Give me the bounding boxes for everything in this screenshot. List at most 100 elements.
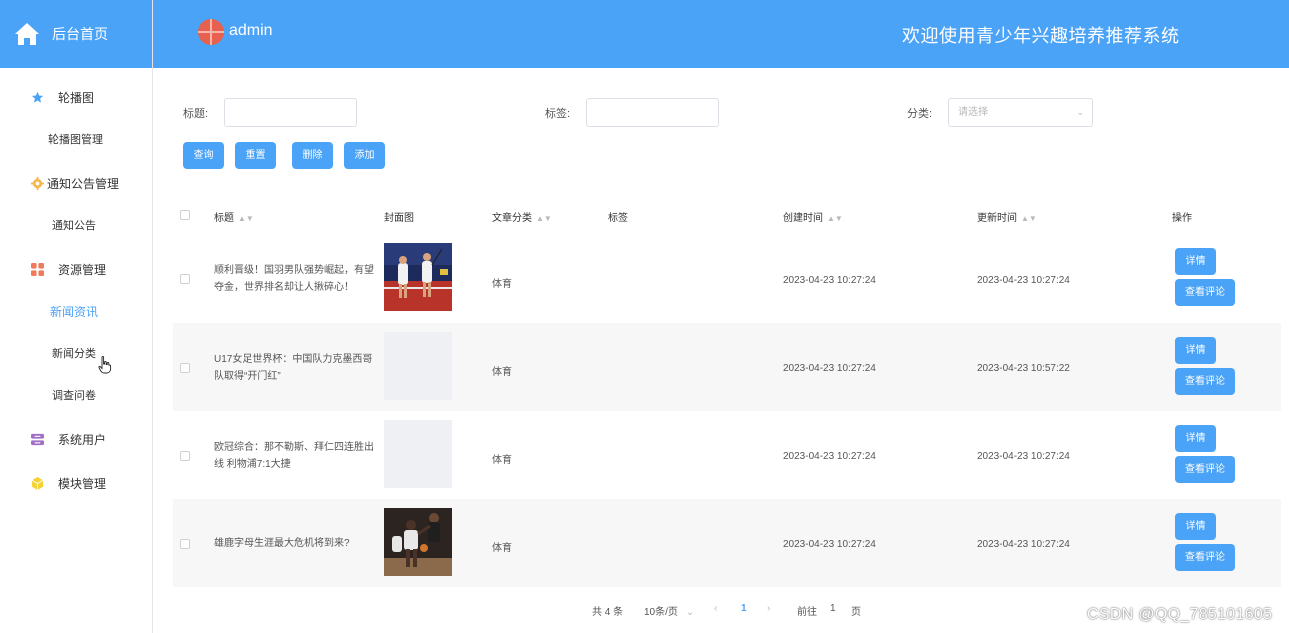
- sidebar-home[interactable]: 后台首页: [0, 0, 152, 68]
- table-row: U17女足世界杯：中国队力克墨西哥队取得“开门红” 体育 2023-04-23 …: [173, 323, 1281, 411]
- row-updated: 2023-04-23 10:27:24: [977, 539, 1070, 550]
- col-actions: 操作: [1172, 213, 1192, 224]
- sidebar-group-notice[interactable]: 通知公告管理: [0, 162, 152, 204]
- row-title: 雄鹿字母生涯最大危机将到来?: [214, 538, 350, 549]
- row-updated: 2023-04-23 10:27:24: [977, 275, 1070, 286]
- csdn-watermark: CSDN @QQ_785101605: [1087, 606, 1273, 623]
- view-comments-button[interactable]: 查看评论: [1175, 368, 1235, 395]
- basketball-photo: [384, 508, 452, 576]
- badminton-photo: [384, 243, 452, 311]
- user-box-icon: [30, 432, 44, 446]
- view-comments-button[interactable]: 查看评论: [1175, 544, 1235, 571]
- title-filter-input[interactable]: [224, 98, 357, 127]
- cover-image: [384, 420, 452, 488]
- chevron-down-icon: ⌄: [1076, 107, 1084, 117]
- reset-button[interactable]: 重置: [235, 142, 276, 169]
- sort-icon: ▲▼: [238, 214, 254, 223]
- grid-icon: [30, 262, 44, 276]
- detail-button[interactable]: 详情: [1175, 425, 1216, 452]
- row-updated: 2023-04-23 10:27:24: [977, 451, 1070, 462]
- pagination-total: 共 4 条: [592, 607, 624, 618]
- row-checkbox[interactable]: [180, 539, 190, 549]
- row-created: 2023-04-23 10:27:24: [783, 539, 876, 550]
- table-row: 欧冠综合：那不勒斯、拜仁四连胜出线 利物浦7:1大捷 体育 2023-04-23…: [173, 411, 1281, 499]
- detail-button[interactable]: 详情: [1175, 248, 1216, 275]
- add-button[interactable]: 添加: [344, 142, 385, 169]
- row-category: 体育: [492, 279, 512, 290]
- row-title: 欧冠综合：那不勒斯、拜仁四连胜出线 利物浦7:1大捷: [214, 442, 374, 470]
- sidebar-group-label: 资源管理: [58, 262, 107, 277]
- row-created: 2023-04-23 10:27:24: [783, 451, 876, 462]
- detail-button[interactable]: 详情: [1175, 337, 1216, 364]
- title-filter-label: 标题:: [183, 108, 209, 120]
- goto-page-input[interactable]: 1: [830, 603, 836, 614]
- sidebar-item-survey[interactable]: 调查问卷: [0, 374, 152, 416]
- username[interactable]: admin: [229, 22, 273, 40]
- tag-filter-label: 标签:: [545, 108, 571, 120]
- sort-icon: ▲▼: [1021, 214, 1037, 223]
- row-created: 2023-04-23 10:27:24: [783, 363, 876, 374]
- col-created[interactable]: 创建时间 ▲▼: [783, 209, 843, 224]
- mouse-pointer-icon: [98, 356, 112, 374]
- top-header: admin 欢迎使用青少年兴趣培养推荐系统: [153, 0, 1289, 68]
- sort-icon: ▲▼: [536, 214, 552, 223]
- sidebar-item-carousel-manage[interactable]: 轮播图管理: [0, 118, 152, 160]
- col-title[interactable]: 标题 ▲▼: [214, 209, 254, 224]
- next-page-icon[interactable]: ›: [767, 603, 770, 614]
- category-filter-select[interactable]: 请选择 ⌄: [948, 98, 1093, 127]
- table-header: 标题 ▲▼ 封面图 文章分类 ▲▼ 标签 创建时间 ▲▼ 更新时间 ▲▼ 操作: [173, 195, 1281, 235]
- table-row: 雄鹿字母生涯最大危机将到来? 体育 2023-04-23 10:27:24 20…: [173, 499, 1281, 587]
- cube-icon: [30, 476, 44, 490]
- sidebar-group-carousel[interactable]: 轮播图: [0, 76, 152, 118]
- row-checkbox[interactable]: [180, 451, 190, 461]
- col-updated[interactable]: 更新时间 ▲▼: [977, 209, 1037, 224]
- sidebar-group-system-users[interactable]: 系统用户: [0, 418, 152, 460]
- row-updated: 2023-04-23 10:57:22: [977, 363, 1070, 374]
- row-title: U17女足世界杯：中国队力克墨西哥队取得“开门红”: [214, 354, 373, 382]
- sidebar-item-news-category[interactable]: 新闻分类: [0, 332, 152, 374]
- sidebar: 后台首页 轮播图 轮播图管理 通知公告管理 通知公告 资源管理 新闻资讯 新闻分…: [0, 0, 153, 633]
- category-select-placeholder: 请选择: [958, 107, 988, 118]
- view-comments-button[interactable]: 查看评论: [1175, 279, 1235, 306]
- col-category[interactable]: 文章分类 ▲▼: [492, 209, 552, 224]
- sidebar-item-notice[interactable]: 通知公告: [0, 204, 152, 246]
- system-title: 欢迎使用青少年兴趣培养推荐系统: [902, 26, 1180, 46]
- gear-icon: [30, 176, 44, 190]
- chevron-down-icon: ⌄: [685, 607, 695, 618]
- delete-button[interactable]: 删除: [292, 142, 333, 169]
- star-icon: [30, 90, 44, 104]
- table-row: 顺利晋级！国羽男队强势崛起，有望夺金，世界排名却让人揪碎心！ 体育 2023-0…: [173, 235, 1281, 323]
- view-comments-button[interactable]: 查看评论: [1175, 456, 1235, 483]
- sidebar-item-news[interactable]: 新闻资讯: [0, 290, 152, 332]
- row-category: 体育: [492, 543, 512, 554]
- page-number-current[interactable]: 1: [741, 603, 747, 614]
- sidebar-group-label: 模块管理: [58, 476, 107, 491]
- sort-icon: ▲▼: [827, 214, 843, 223]
- page-suffix: 页: [851, 607, 861, 618]
- sidebar-group-label: 系统用户: [58, 432, 107, 447]
- news-table: 标题 ▲▼ 封面图 文章分类 ▲▼ 标签 创建时间 ▲▼ 更新时间 ▲▼ 操作 顺利晋级…: [173, 195, 1281, 588]
- sidebar-group-label: 通知公告管理: [47, 176, 120, 191]
- avatar[interactable]: [198, 19, 224, 45]
- row-checkbox[interactable]: [180, 363, 190, 373]
- goto-label: 前往: [797, 607, 817, 618]
- sidebar-group-modules[interactable]: 模块管理: [0, 462, 152, 504]
- sidebar-home-label: 后台首页: [52, 26, 108, 42]
- row-created: 2023-04-23 10:27:24: [783, 275, 876, 286]
- prev-page-icon[interactable]: ‹: [714, 603, 717, 614]
- row-title: 顺利晋级！国羽男队强势崛起，有望夺金，世界排名却让人揪碎心！: [214, 265, 374, 293]
- col-cover: 封面图: [384, 213, 414, 224]
- col-tag: 标签: [608, 213, 628, 224]
- cover-image: [384, 508, 452, 576]
- sidebar-group-label: 轮播图: [58, 90, 95, 105]
- row-category: 体育: [492, 367, 512, 378]
- row-category: 体育: [492, 455, 512, 466]
- detail-button[interactable]: 详情: [1175, 513, 1216, 540]
- search-button[interactable]: 查询: [183, 142, 224, 169]
- sidebar-group-resources[interactable]: 资源管理: [0, 248, 152, 290]
- row-checkbox[interactable]: [180, 274, 190, 284]
- tag-filter-input[interactable]: [586, 98, 719, 127]
- select-all-checkbox[interactable]: [180, 210, 190, 220]
- page-size-select[interactable]: 10条/页 ⌄: [644, 603, 694, 618]
- cover-image: [384, 243, 452, 311]
